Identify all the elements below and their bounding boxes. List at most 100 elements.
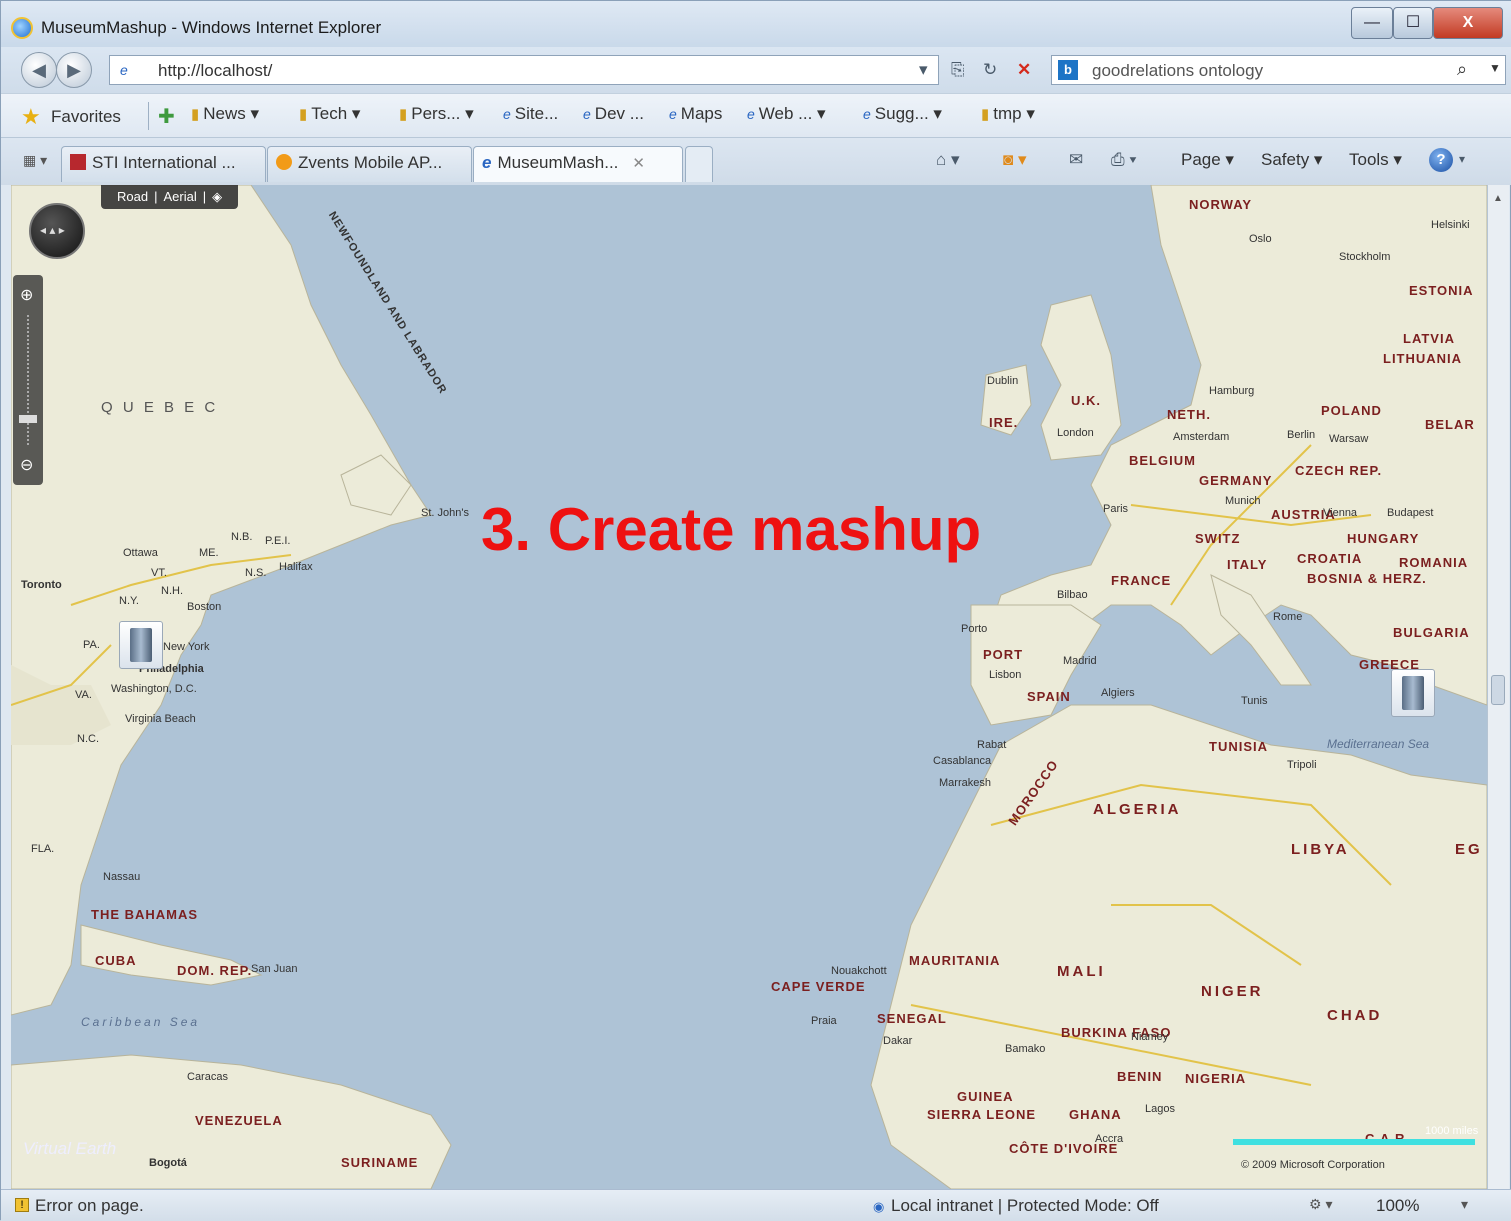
scroll-up-icon[interactable]: ▲ — [1493, 193, 1503, 204]
city-label: Stockholm — [1339, 251, 1391, 263]
home-icon[interactable]: ⌂ ▾ — [936, 150, 960, 170]
city-label: Bogotá — [149, 1157, 187, 1169]
city-label: New York — [163, 641, 210, 653]
stop-icon[interactable]: ✕ — [1017, 60, 1031, 80]
tab-sti-international[interactable]: STI International ... — [61, 146, 266, 182]
zoom-slider-handle[interactable] — [19, 415, 37, 423]
warning-icon[interactable]: ! — [15, 1198, 29, 1212]
favorite-item[interactable]: e Web ... ▾ — [747, 104, 826, 124]
map-label: Q U E B E C — [101, 399, 219, 416]
address-url: http://localhost/ — [158, 61, 273, 80]
tools-menu[interactable]: Tools ▾ — [1349, 150, 1402, 170]
favorite-item[interactable]: ▮ tmp ▾ — [981, 104, 1035, 124]
favorite-item[interactable]: e Site... — [503, 104, 558, 124]
page-icon: e — [583, 106, 591, 122]
favorites-star-icon[interactable]: ★ — [21, 104, 41, 130]
zoom-in-icon[interactable]: ⊕ — [20, 285, 33, 305]
protected-mode-icon[interactable]: ⚙ ▾ — [1309, 1196, 1332, 1213]
zoom-dropdown-icon[interactable]: ▾ — [1461, 1196, 1468, 1213]
compatibility-view-icon[interactable]: ⎘ — [951, 60, 965, 80]
close-button[interactable]: X — [1433, 7, 1503, 39]
zoom-level[interactable]: 100% — [1376, 1196, 1419, 1216]
minimize-button[interactable]: — — [1351, 7, 1393, 39]
city-label: Dublin — [987, 375, 1019, 387]
forward-button[interactable]: ▶ — [56, 52, 92, 88]
favorite-item[interactable]: ▮ Pers... ▾ — [399, 104, 474, 124]
security-zone-text[interactable]: Local intranet | Protected Mode: Off — [891, 1196, 1159, 1216]
city-label: Hamburg — [1209, 385, 1255, 397]
feeds-icon[interactable]: ◙ ▾ — [1003, 150, 1027, 170]
page-icon: e — [669, 106, 677, 122]
tab-close-icon[interactable]: ✕ — [632, 155, 645, 172]
scroll-thumb[interactable] — [1491, 675, 1505, 705]
map-label: THE BAHAMAS — [91, 907, 199, 922]
map-label: VENEZUELA — [195, 1113, 283, 1128]
favorite-item[interactable]: ▮ Tech ▾ — [299, 104, 360, 124]
city-label: Rome — [1273, 611, 1303, 623]
region-label: FLA. — [31, 843, 55, 855]
map-label: LIBYA — [1291, 841, 1350, 858]
add-to-favorites-icon[interactable]: ✚ — [158, 104, 175, 129]
city-label: Rabat — [977, 739, 1007, 751]
tab-zvents[interactable]: Zvents Mobile AP... — [267, 146, 472, 182]
folder-icon: ▮ — [981, 106, 990, 123]
favorites-button[interactable]: Favorites — [51, 107, 121, 127]
city-label: Budapest — [1387, 507, 1434, 519]
city-label: Virginia Beach — [125, 713, 196, 725]
vertical-scrollbar[interactable]: ▲ — [1487, 185, 1509, 1189]
zoom-track — [27, 315, 29, 445]
maximize-button[interactable]: ☐ — [1393, 7, 1433, 39]
favorite-item[interactable]: e Maps — [669, 104, 722, 124]
search-icon[interactable]: ⌕ — [1457, 59, 1467, 80]
map-label: GUINEA — [957, 1089, 1014, 1104]
safety-menu[interactable]: Safety ▾ — [1261, 150, 1322, 170]
city-label: St. John's — [421, 507, 469, 519]
map-label: CHAD — [1327, 1007, 1383, 1024]
zoom-out-icon[interactable]: ⊖ — [20, 455, 33, 475]
folder-icon: ▮ — [191, 106, 200, 123]
museum-marker[interactable] — [1391, 669, 1435, 717]
new-tab-button[interactable] — [685, 146, 713, 182]
navigation-bar: ◀ ▶ e http://localhost/ ▾ ⎘ ↻ ✕ b goodre… — [1, 47, 1511, 93]
refresh-icon[interactable]: ↻ — [983, 60, 997, 80]
city-label: Algiers — [1101, 687, 1135, 699]
zone-icon: ◉ — [873, 1199, 885, 1214]
overlay-title: 3. Create mashup — [481, 496, 982, 563]
back-button[interactable]: ◀ — [21, 52, 57, 88]
help-dropdown-icon[interactable]: ▾ — [1459, 152, 1465, 166]
map-viewport[interactable]: Road|Aerial|◈ ⊕ ⊖ NORWAY U.K. IRE. POLAN… — [11, 185, 1487, 1189]
favorite-item[interactable]: ▮ News ▾ — [191, 104, 259, 124]
page-icon: e — [503, 106, 511, 122]
birdseye-icon[interactable]: ◈ — [212, 189, 222, 204]
compass-pan-control[interactable] — [29, 203, 85, 259]
museum-marker[interactable] — [119, 621, 163, 669]
ie-logo-icon — [11, 17, 33, 39]
favorite-item[interactable]: e Dev ... — [583, 104, 644, 124]
address-bar[interactable]: e http://localhost/ — [109, 55, 939, 85]
favorite-item[interactable]: e Sugg... ▾ — [863, 104, 942, 124]
search-input[interactable]: b goodrelations ontology ⌕ ▼ — [1051, 55, 1506, 85]
aerial-style-button[interactable]: Aerial — [163, 189, 196, 204]
map-style-switcher[interactable]: Road | Aerial | ◈ — [101, 185, 239, 209]
map-label: BULGARIA — [1393, 625, 1470, 640]
city-label: Caracas — [187, 1071, 228, 1083]
favorites-bar: ★ Favorites ✚ ▮ News ▾ ▮ Tech ▾ ▮ Pers... ▾… — [1, 93, 1511, 137]
map-label: SENEGAL — [877, 1011, 947, 1026]
search-dropdown-icon[interactable]: ▼ — [1489, 61, 1501, 75]
status-text[interactable]: Error on page. — [35, 1196, 144, 1216]
city-label: Tripoli — [1287, 759, 1317, 771]
quick-tabs-icon[interactable]: ▦ ▾ — [23, 152, 47, 169]
address-dropdown-icon[interactable]: ▾ — [919, 60, 928, 80]
zoom-control[interactable]: ⊕ ⊖ — [13, 275, 43, 485]
help-icon[interactable]: ? — [1429, 148, 1453, 172]
tab-museum-mashup[interactable]: e MuseumMash... ✕ — [473, 146, 683, 182]
page-menu[interactable]: Page ▾ — [1181, 150, 1234, 170]
map-label: ROMANIA — [1399, 555, 1469, 570]
print-icon[interactable]: ⎙ ▾ — [1111, 150, 1136, 170]
map-label: CROATIA — [1297, 551, 1363, 566]
city-label: Dakar — [883, 1035, 913, 1047]
read-mail-icon[interactable]: ✉ — [1069, 150, 1083, 170]
scale-bar — [1233, 1139, 1475, 1145]
road-style-button[interactable]: Road — [117, 189, 148, 204]
city-label: Berlin — [1287, 429, 1316, 441]
